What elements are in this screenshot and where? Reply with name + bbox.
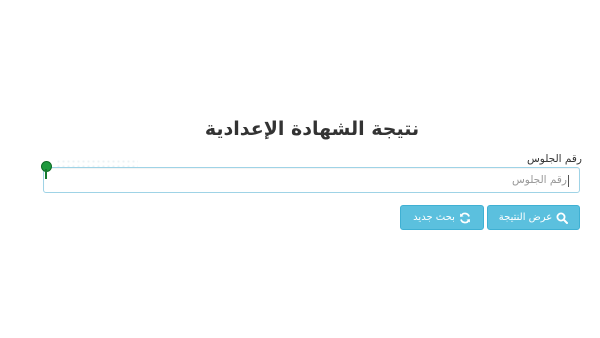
new-search-button[interactable]: بحث جديد [400,205,484,230]
seat-number-field[interactable] [43,167,580,193]
search-icon [556,212,569,224]
seat-number-input[interactable] [44,168,579,192]
new-search-label: بحث جديد [413,212,455,223]
seat-number-label: رقم الجلوس [526,153,582,165]
page-title: نتيجة الشهادة الإعدادية [204,118,420,140]
text-caret [568,175,569,187]
result-page: نتيجة الشهادة الإعدادية رقم الجلوس عرض ا… [0,0,600,338]
show-result-button[interactable]: عرض النتيجة [487,205,580,230]
refresh-icon [459,212,470,223]
show-result-label: عرض النتيجة [498,212,553,223]
pin-stem [45,169,47,179]
location-pin-icon [41,161,52,179]
